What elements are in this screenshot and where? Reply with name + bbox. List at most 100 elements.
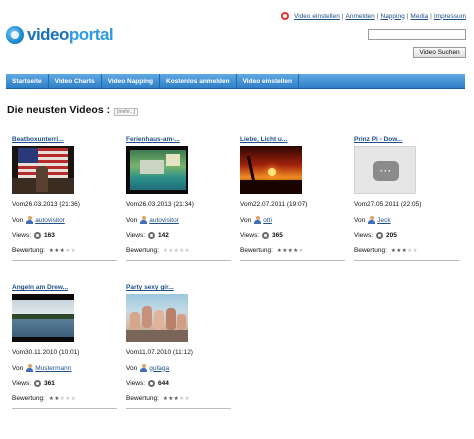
- video-date: Vom26.03.2013 (21:34): [126, 201, 194, 208]
- user-icon: [26, 364, 34, 372]
- views-count: 365: [272, 232, 283, 239]
- page-title: Die neusten Videos :: [7, 104, 111, 116]
- views-label: Views:: [126, 380, 146, 387]
- rating-label: Bewertung:: [12, 247, 45, 254]
- user-link[interactable]: autovisitor: [35, 217, 65, 224]
- record-icon: [281, 12, 290, 20]
- video-title-link[interactable]: Ferienhaus-am-...: [126, 136, 231, 143]
- views-count: 644: [158, 380, 169, 387]
- video-date: Vom26.03.2013 (21:36): [12, 201, 80, 208]
- video-card: Party sexy gir... Vom11.07.2010 (11:12) …: [126, 284, 231, 409]
- separator: |: [341, 12, 344, 20]
- video-thumbnail[interactable]: [12, 294, 74, 342]
- star-rating: ★★★★★: [277, 248, 304, 254]
- star-icon: ★: [70, 247, 77, 254]
- video-thumbnail[interactable]: [240, 146, 302, 194]
- search-button[interactable]: Video Suchen: [413, 47, 466, 58]
- video-date: Vom22.07.2011 (19:07): [240, 201, 308, 208]
- video-thumbnail[interactable]: [12, 146, 74, 194]
- rating-label: Bewertung:: [354, 247, 387, 254]
- tab-video-napping[interactable]: Video Napping: [102, 74, 160, 88]
- separator: |: [376, 12, 379, 20]
- user-link[interactable]: autovisitor: [149, 217, 179, 224]
- divider: [12, 408, 117, 409]
- views-count: 163: [44, 232, 55, 239]
- video-card: Beatboxunterri... Vom26.03.2013 (21:36) …: [12, 136, 117, 261]
- video-title-link[interactable]: Angeln am Drew...: [12, 284, 117, 291]
- video-title-link[interactable]: Beatboxunterri...: [12, 136, 117, 143]
- user-link[interactable]: gufaga: [149, 365, 169, 372]
- user-icon: [254, 216, 262, 224]
- separator: |: [430, 12, 432, 20]
- user-link[interactable]: Mustermann: [35, 365, 71, 372]
- eye-icon: [148, 380, 156, 387]
- video-title-link[interactable]: Liebe, Licht u...: [240, 136, 345, 143]
- user-icon: [140, 364, 148, 372]
- topnav-anmelden[interactable]: Anmelden: [346, 13, 375, 20]
- logo-icon: [6, 26, 24, 44]
- star-rating: ★★★★★: [163, 248, 190, 254]
- divider: [12, 260, 117, 261]
- tab-video-charts[interactable]: Video Charts: [49, 74, 102, 88]
- eye-icon: [376, 232, 384, 239]
- star-icon: ★: [70, 395, 77, 402]
- main-navigation: Startseite Video Charts Video Napping Ko…: [6, 74, 465, 89]
- eye-icon: [34, 380, 42, 387]
- user-link[interactable]: Jeck: [377, 217, 390, 224]
- rating-label: Bewertung:: [240, 247, 273, 254]
- topnav-media[interactable]: Media: [410, 13, 428, 20]
- user-icon: [26, 216, 34, 224]
- video-date: Vom30.11.2010 (10:01): [12, 349, 80, 356]
- tab-kostenlos-anmelden[interactable]: Kostenlos anmelden: [160, 74, 237, 88]
- search-input[interactable]: [368, 29, 466, 40]
- user-link[interactable]: otti: [263, 217, 272, 224]
- views-label: Views:: [12, 380, 32, 387]
- topnav-napping[interactable]: Napping: [381, 13, 405, 20]
- top-navigation: Video einstellen | Anmelden | Napping | …: [281, 12, 466, 20]
- user-icon: [140, 216, 148, 224]
- separator: |: [406, 12, 409, 20]
- divider: [354, 260, 459, 261]
- logo-text: videoportal: [27, 25, 114, 44]
- video-title-link[interactable]: Party sexy gir...: [126, 284, 231, 291]
- views-label: Views:: [354, 232, 374, 239]
- topnav-impressum[interactable]: Impressum: [434, 13, 466, 20]
- user-icon: [368, 216, 376, 224]
- video-title-link[interactable]: Prinz Pi - Dow...: [354, 136, 459, 143]
- star-icon: ★: [184, 247, 191, 254]
- video-date: Vom27.05.2011 (22:05): [354, 201, 422, 208]
- von-label: Von: [126, 216, 138, 224]
- divider: [240, 260, 345, 261]
- video-thumbnail[interactable]: ···: [354, 146, 416, 194]
- video-card: Ferienhaus-am-... Vom26.03.2013 (21:34) …: [126, 136, 231, 261]
- views-count: 205: [386, 232, 397, 239]
- star-icon: ★: [184, 395, 191, 402]
- von-label: Von: [240, 216, 252, 224]
- von-label: Von: [12, 216, 24, 224]
- placeholder-icon: ···: [373, 161, 399, 181]
- tab-video-einstellen[interactable]: Video einstellen: [237, 74, 299, 88]
- video-card: Prinz Pi - Dow... ··· Vom27.05.2011 (22:…: [354, 136, 459, 261]
- views-count: 142: [158, 232, 169, 239]
- rating-label: Bewertung:: [126, 247, 159, 254]
- rating-label: Bewertung:: [126, 395, 159, 402]
- star-icon: ★: [412, 247, 419, 254]
- video-card: Angeln am Drew... Vom30.11.2010 (10:01) …: [12, 284, 117, 409]
- star-rating: ★★★★★: [391, 248, 418, 254]
- video-thumbnail[interactable]: [126, 294, 188, 342]
- views-label: Views:: [240, 232, 260, 239]
- eye-icon: [262, 232, 270, 239]
- views-count: 361: [44, 380, 55, 387]
- topnav-video-einstellen[interactable]: Video einstellen: [294, 13, 340, 20]
- views-label: Views:: [12, 232, 32, 239]
- more-link[interactable]: [mehr...]: [114, 108, 139, 116]
- star-rating: ★★★★★: [163, 396, 190, 402]
- tab-startseite[interactable]: Startseite: [6, 74, 49, 88]
- von-label: Von: [126, 364, 138, 372]
- video-thumbnail[interactable]: [126, 146, 188, 194]
- site-logo[interactable]: videoportal: [6, 24, 114, 46]
- von-label: Von: [354, 216, 366, 224]
- star-rating: ★★★★★: [49, 248, 76, 254]
- rating-label: Bewertung:: [12, 395, 45, 402]
- section-heading: Die neusten Videos : [mehr...]: [7, 104, 139, 116]
